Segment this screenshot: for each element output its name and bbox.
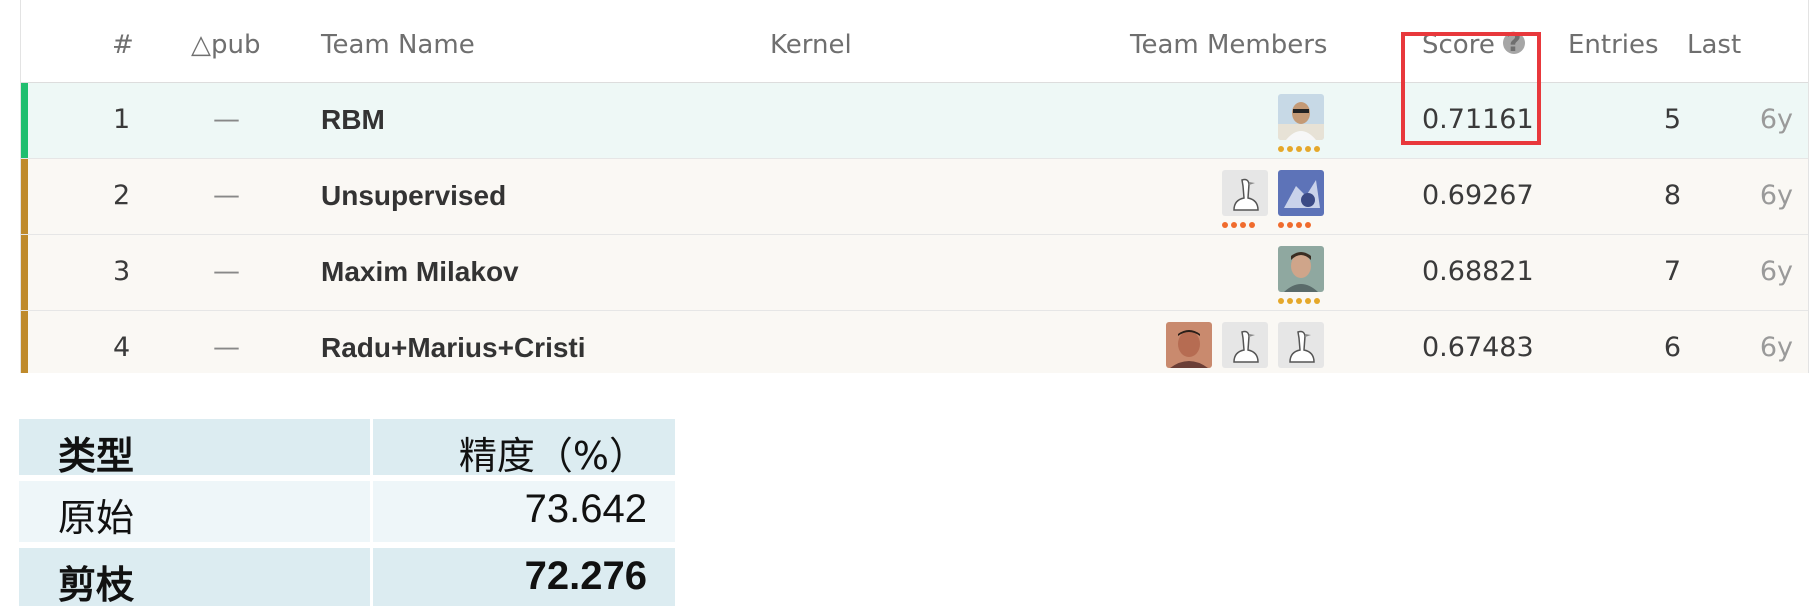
pub-change: — bbox=[213, 332, 240, 363]
type-cell: 剪枝 bbox=[58, 563, 135, 606]
type-header: 类型 bbox=[58, 434, 135, 478]
tier-dots bbox=[1278, 298, 1320, 304]
team-name[interactable]: Maxim Milakov bbox=[321, 256, 519, 288]
last-submission: 6y bbox=[1759, 332, 1793, 363]
header-pub-change[interactable]: △pub bbox=[191, 30, 260, 60]
last-submission: 6y bbox=[1759, 180, 1793, 211]
rank: 2 bbox=[113, 180, 131, 211]
table-row[interactable]: 2 — Unsupervised 0.69267 8 6y bbox=[21, 159, 1808, 235]
entries: 5 bbox=[1663, 104, 1681, 135]
entries: 6 bbox=[1663, 332, 1681, 363]
precision-table-header: 类型 精度（%） bbox=[19, 419, 675, 478]
rank-bar bbox=[21, 311, 28, 373]
rank: 3 bbox=[113, 256, 131, 287]
rank: 1 bbox=[113, 104, 131, 135]
header-rank[interactable]: # bbox=[112, 30, 134, 60]
header-team-name[interactable]: Team Name bbox=[321, 30, 475, 60]
precision-cell: 73.642 bbox=[524, 487, 647, 531]
rank: 4 bbox=[113, 332, 131, 363]
avatar[interactable] bbox=[1278, 170, 1324, 216]
goose-avatar[interactable] bbox=[1222, 322, 1268, 368]
rank-bar bbox=[21, 159, 28, 234]
pub-change: — bbox=[213, 256, 240, 287]
header-last[interactable]: Last bbox=[1687, 30, 1741, 60]
tier-dots bbox=[1278, 222, 1311, 228]
team-name[interactable]: RBM bbox=[321, 104, 385, 136]
goose-avatar[interactable] bbox=[1222, 170, 1268, 216]
goose-avatar[interactable] bbox=[1278, 322, 1324, 368]
entries: 8 bbox=[1663, 180, 1681, 211]
last-submission: 6y bbox=[1759, 104, 1793, 135]
precision-cell: 72.276 bbox=[524, 554, 647, 598]
score: 0.68821 bbox=[1422, 256, 1534, 287]
rank-bar bbox=[21, 235, 28, 310]
score: 0.69267 bbox=[1422, 180, 1534, 211]
tier-dots bbox=[1278, 146, 1320, 152]
header-kernel[interactable]: Kernel bbox=[770, 30, 852, 60]
type-cell: 原始 bbox=[58, 496, 135, 540]
tier-dots bbox=[1222, 222, 1255, 228]
avatar[interactable] bbox=[1278, 94, 1324, 140]
entries: 7 bbox=[1663, 256, 1681, 287]
table-row[interactable]: 4 — Radu+Marius+Cristi 0.67483 6 6y bbox=[21, 311, 1808, 373]
header-team-members[interactable]: Team Members bbox=[1130, 30, 1327, 60]
last-submission: 6y bbox=[1759, 256, 1793, 287]
avatar[interactable] bbox=[1278, 246, 1324, 292]
score-highlight-box bbox=[1401, 32, 1541, 145]
score: 0.67483 bbox=[1422, 332, 1534, 363]
header-entries[interactable]: Entries bbox=[1568, 30, 1659, 60]
table-row: 剪枝 72.276 bbox=[19, 548, 675, 606]
avatar[interactable] bbox=[1166, 322, 1212, 368]
team-name[interactable]: Unsupervised bbox=[321, 180, 506, 212]
team-name[interactable]: Radu+Marius+Cristi bbox=[321, 332, 586, 364]
precision-header: 精度（%） bbox=[458, 434, 647, 478]
table-row: 原始 73.642 bbox=[19, 481, 675, 542]
precision-table: 类型 精度（%） 原始 73.642 剪枝 72.276 bbox=[19, 419, 675, 606]
pub-change: — bbox=[213, 104, 240, 135]
table-row[interactable]: 3 — Maxim Milakov 0.68821 7 6y bbox=[21, 235, 1808, 311]
pub-change: — bbox=[213, 180, 240, 211]
rank-bar bbox=[21, 83, 28, 158]
